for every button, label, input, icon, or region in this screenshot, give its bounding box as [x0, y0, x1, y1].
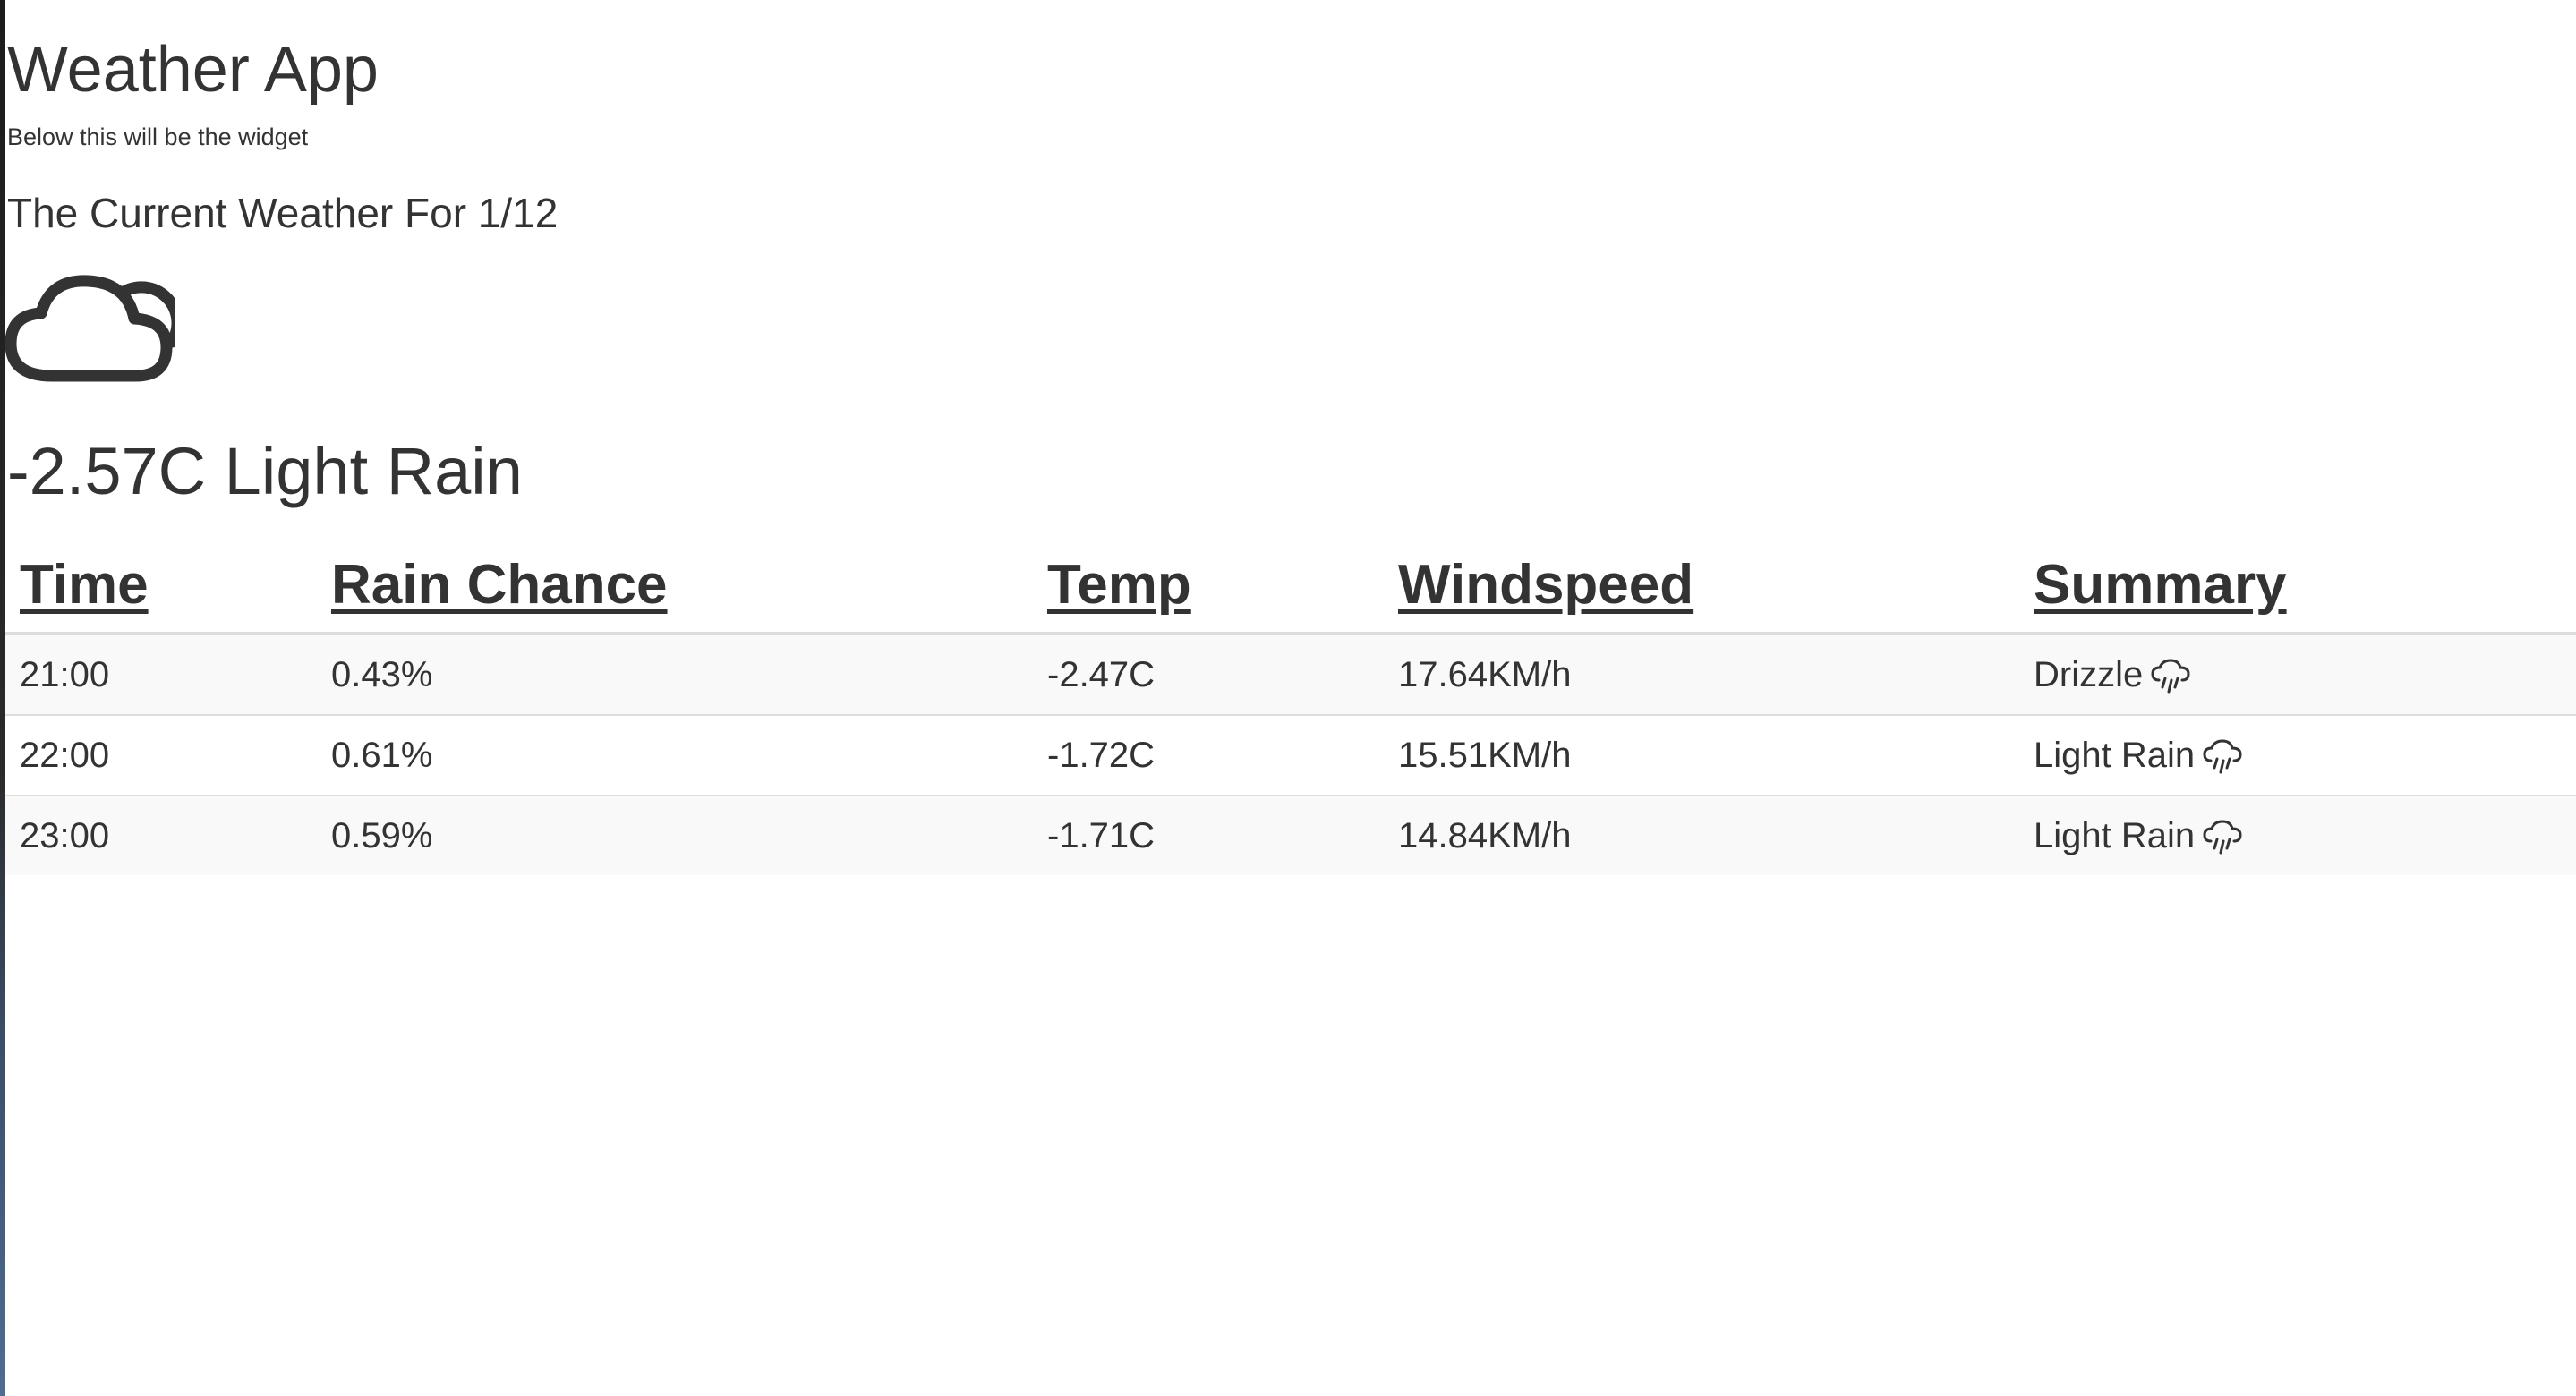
column-header-temp[interactable]: Temp	[1033, 537, 1384, 635]
column-header-time[interactable]: Time	[5, 537, 317, 635]
cell-summary: Light Rain	[2019, 795, 2576, 875]
summary-label: Drizzle	[2034, 654, 2144, 694]
cell-windspeed: 15.51KM/h	[1384, 714, 2019, 796]
table-row: 22:00 0.61% -1.72C 15.51KM/h Light Rain	[5, 714, 2576, 796]
rain-icon	[2202, 739, 2243, 775]
summary-label: Light Rain	[2034, 815, 2196, 855]
current-summary: -2.57C Light Rain	[7, 434, 523, 508]
cell-time: 22:00	[5, 714, 317, 796]
forecast-table: Time Rain Chance Temp Windspeed Summary …	[5, 537, 2576, 875]
summary-label: Light Rain	[2034, 735, 2196, 775]
cell-temp: -1.72C	[1033, 714, 1384, 796]
weather-page: Weather App Below this will be the widge…	[4, 0, 2576, 1396]
cell-summary: Light Rain	[2019, 714, 2576, 796]
table-row: 23:00 0.59% -1.71C 14.84KM/h Light Rain	[5, 795, 2576, 875]
widget-note: Below this will be the widget	[7, 123, 309, 150]
cell-summary: Drizzle	[2019, 633, 2576, 715]
column-header-rain-chance[interactable]: Rain Chance	[317, 537, 1033, 635]
partly-cloudy-icon	[4, 260, 183, 385]
cell-temp: -2.47C	[1033, 633, 1384, 715]
cell-rain-chance: 0.43%	[317, 633, 1033, 715]
cell-temp: -1.71C	[1033, 795, 1384, 875]
cell-rain-chance: 0.59%	[317, 795, 1033, 875]
rain-icon	[2202, 820, 2243, 855]
column-header-summary[interactable]: Summary	[2019, 537, 2576, 635]
page-title: Weather App	[7, 34, 379, 106]
cell-time: 23:00	[5, 795, 317, 875]
table-header-row: Time Rain Chance Temp Windspeed Summary	[5, 537, 2576, 635]
cell-rain-chance: 0.61%	[317, 714, 1033, 796]
current-weather-heading: The Current Weather For 1/12	[7, 190, 559, 236]
rain-icon	[2150, 659, 2191, 694]
cell-windspeed: 14.84KM/h	[1384, 795, 2019, 875]
cell-time: 21:00	[5, 633, 317, 715]
cell-windspeed: 17.64KM/h	[1384, 633, 2019, 715]
column-header-windspeed[interactable]: Windspeed	[1384, 537, 2019, 635]
table-row: 21:00 0.43% -2.47C 17.64KM/h Drizzle	[5, 633, 2576, 715]
